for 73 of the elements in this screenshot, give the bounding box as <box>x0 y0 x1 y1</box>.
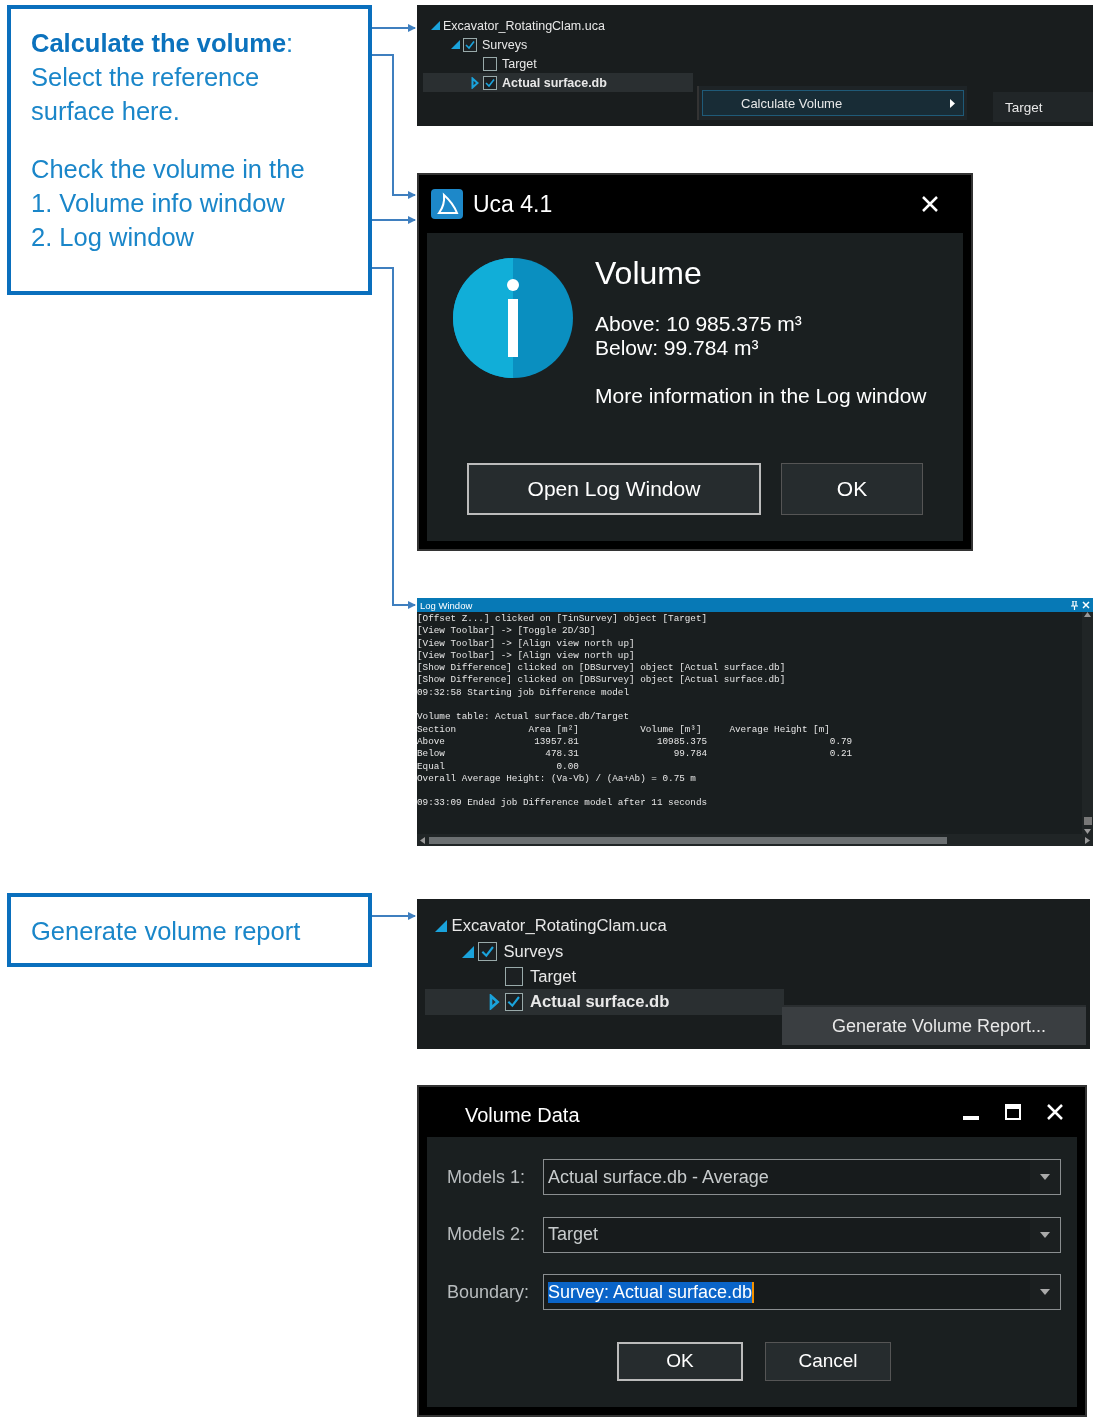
tree-label: Target <box>530 966 577 987</box>
checkbox[interactable] <box>504 992 524 1012</box>
field-label: Models 1: <box>447 1166 527 1188</box>
tree-row[interactable]: Actual surface.db <box>424 989 785 1015</box>
field-label: Boundary: <box>447 1281 531 1303</box>
connector-arrow <box>371 24 416 32</box>
log-line: 09:32:58 Starting job Difference model <box>417 686 630 700</box>
dropdown-field[interactable]: Target <box>543 1216 1061 1253</box>
volume-text: Above: 10 985.375 m³ <box>595 312 803 336</box>
dialog-heading: Volume <box>595 255 703 292</box>
tree-label: Excavator_RotatingClam.uca <box>443 18 605 33</box>
app-logo-icon <box>431 189 463 219</box>
log-line: 09:33:09 Ended job Difference model after 11 seconds <box>417 797 709 810</box>
scrollbar-thumb[interactable] <box>1083 817 1092 825</box>
dropdown-field[interactable]: Actual surface.db - Average <box>543 1159 1061 1195</box>
dialog-button[interactable]: OK <box>781 463 923 515</box>
checkbox[interactable] <box>483 75 497 90</box>
field-label: Models 2: <box>447 1224 527 1245</box>
dropdown-arrow-icon <box>1040 1231 1050 1238</box>
callout-text: Calculate the volume: <box>31 28 295 59</box>
log-line: Section Area [m²] Volume [m³] Average Height [m] <box>417 723 831 736</box>
tree-label: Surveys <box>482 37 528 52</box>
callout-text: Generate volume report <box>31 916 302 947</box>
pin-icon[interactable] <box>1071 600 1078 610</box>
log-line: Above 13957.81 10985.375 0.79 <box>417 735 854 749</box>
log-line: [View Toolbar] -> [Align view north up] <box>417 637 636 650</box>
checkbox[interactable] <box>478 942 497 961</box>
menu-item[interactable]: Target <box>993 92 1055 122</box>
connector-arrow <box>371 216 416 224</box>
log-line: [Show Difference] clicked on [DBSurvey] object [Actual surface.db] <box>417 674 787 687</box>
callout-text: Check the volume in the <box>31 153 306 185</box>
log-line: Equal 0.00 <box>417 760 580 773</box>
log-line: [View Toolbar] -> [Align view north up] <box>417 649 636 663</box>
horizontal-scrollbar[interactable] <box>417 834 1093 846</box>
close-icon[interactable] <box>1047 1104 1063 1120</box>
callout-text: 2. Log window <box>31 221 196 253</box>
callout-text: Select the reference surface here. <box>31 61 261 127</box>
info-text: More information in the Log window <box>595 384 928 408</box>
scroll-right-icon[interactable] <box>1085 836 1090 844</box>
scrollbar-thumb[interactable] <box>429 836 947 844</box>
info-icon <box>452 257 574 379</box>
dialog-button[interactable]: OK <box>617 1341 743 1381</box>
volume-text: Below: 99.784 m³ <box>595 336 760 360</box>
close-icon[interactable] <box>921 195 939 213</box>
connector-arrow <box>371 912 416 920</box>
dropdown-arrow-icon <box>1040 1289 1050 1295</box>
tree-label: Surveys <box>503 941 564 962</box>
checkbox[interactable] <box>504 967 524 987</box>
window-title: Volume Data <box>465 1103 581 1127</box>
vertical-scrollbar[interactable] <box>1082 612 1093 834</box>
callout-text: 1. Volume info window <box>31 187 286 219</box>
maximize-icon[interactable] <box>1005 1104 1021 1120</box>
checkbox[interactable] <box>483 56 497 71</box>
window-title: Uca 4.1 <box>473 190 554 218</box>
tree-label: Target <box>502 56 537 71</box>
panel-title: Log Window <box>420 599 474 611</box>
dropdown-field[interactable]: Survey: Actual surface.db <box>543 1274 1061 1310</box>
menu-item[interactable]: Calculate Volume <box>702 90 964 116</box>
log-line: [Offset Z...] clicked on [TinSurvey] object [Target] <box>417 613 709 626</box>
tree-row[interactable]: Actual surface.db <box>423 73 693 92</box>
dropdown-arrow-icon <box>1040 1174 1050 1180</box>
log-line: [View Toolbar] -> [Toggle 2D/3D] <box>417 625 597 638</box>
checkbox[interactable] <box>463 37 477 52</box>
tree-label: Actual surface.db <box>530 992 670 1013</box>
scroll-left-icon[interactable] <box>420 836 425 844</box>
log-line: [Show Difference] clicked on [DBSurvey] object [Actual surface.db] <box>417 662 787 675</box>
dialog-button[interactable]: Cancel <box>765 1341 891 1381</box>
log-line: Volume table: Actual surface.db/Target <box>417 711 630 724</box>
tree-label: Actual surface.db <box>502 75 607 90</box>
dialog-button[interactable]: Open Log Window <box>467 463 761 515</box>
log-line: Below 478.31 99.784 0.21 <box>417 748 854 761</box>
tree-label: Excavator_RotatingClam.uca <box>451 916 667 937</box>
log-line: Overall Average Height: (Va-Vb) / (Aa+Ab) = 0.75 m <box>417 772 697 786</box>
